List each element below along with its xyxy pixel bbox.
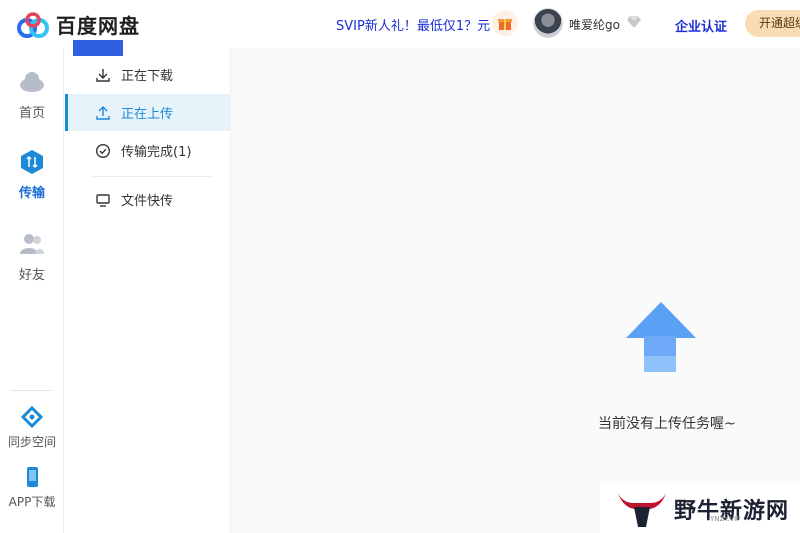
gift-box-icon xyxy=(498,19,512,30)
rail-item-home[interactable]: 首页 xyxy=(0,68,64,121)
rail-item-sync-space[interactable]: 同步空间 xyxy=(0,406,64,450)
diamond-icon[interactable] xyxy=(627,16,641,28)
rail-item-label: 好友 xyxy=(18,268,45,283)
svip-promo-link[interactable]: SVIP新人礼！最低仅1？元 xyxy=(336,15,490,34)
monitor-icon xyxy=(96,193,110,207)
friends-icon xyxy=(20,234,44,254)
app-logo[interactable]: 百度网盘 xyxy=(16,10,140,39)
subnav-item-quick-transfer[interactable]: 文件快传 xyxy=(65,181,230,218)
rail-item-label: APP下载 xyxy=(8,495,56,509)
upload-arrow-icon xyxy=(626,302,696,372)
transfer-icon xyxy=(21,150,43,174)
enterprise-auth-link[interactable]: 企业认证 xyxy=(675,16,727,35)
bull-logo-icon xyxy=(618,492,666,527)
rail-item-label: 传输 xyxy=(18,186,45,201)
username[interactable]: 唯爱纶go xyxy=(569,16,620,33)
open-svip-button[interactable]: 开通超级 xyxy=(745,10,800,37)
subnav-item-label: 传输完成(1) xyxy=(121,145,192,160)
empty-state-message: 当前没有上传任务喔~ xyxy=(598,416,736,432)
subnav-item-completed[interactable]: 传输完成(1) xyxy=(65,132,230,169)
site-watermark: 野牛新游网 YNZY.VIP xyxy=(600,484,800,533)
subnav-item-label: 文件快传 xyxy=(121,194,174,209)
sync-icon xyxy=(21,406,43,428)
subnav-item-label: 正在下载 xyxy=(121,69,174,84)
rail-item-label: 同步空间 xyxy=(7,435,56,449)
gift-icon[interactable] xyxy=(492,10,518,36)
upload-list-empty-state xyxy=(231,48,800,533)
check-circle-icon xyxy=(95,143,111,158)
watermark-subtext: YNZY.VIP xyxy=(710,515,741,523)
subnav-item-uploading[interactable]: 正在上传 xyxy=(65,94,230,131)
baidu-netdisk-logo-icon xyxy=(17,11,49,38)
rail-item-app-download[interactable]: APP下载 xyxy=(0,466,64,510)
cloud-icon xyxy=(20,72,44,92)
left-rail: 首页 传输 好友 同步空间 APP下载 xyxy=(0,48,64,533)
phone-icon xyxy=(27,467,38,487)
transfer-subnav: 正在下载 正在上传 传输完成(1) 文件快传 xyxy=(65,40,231,533)
upload-icon xyxy=(96,105,110,120)
subnav-item-downloading[interactable]: 正在下载 xyxy=(65,56,230,93)
subnav-divider xyxy=(93,176,211,177)
rail-item-transfer[interactable]: 传输 xyxy=(0,148,64,201)
app-title: 百度网盘 xyxy=(56,14,140,38)
download-icon xyxy=(96,68,110,82)
rail-divider xyxy=(10,390,52,391)
subnav-item-label: 正在上传 xyxy=(121,107,174,122)
avatar[interactable] xyxy=(533,8,563,38)
subnav-top-indicator xyxy=(73,40,123,56)
rail-item-friends[interactable]: 好友 xyxy=(0,230,64,283)
rail-item-label: 首页 xyxy=(18,106,45,121)
